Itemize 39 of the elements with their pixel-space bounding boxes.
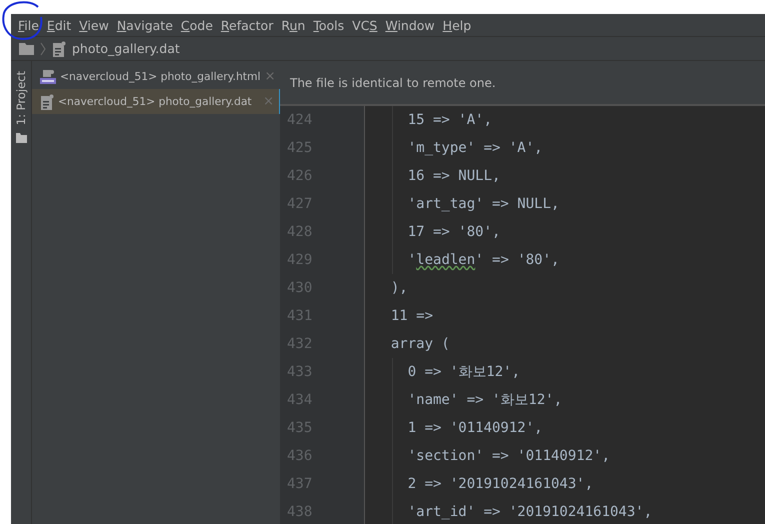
menu-item[interactable]: Refactor [216, 18, 278, 32]
code-line: 17 => '80', [406, 224, 500, 240]
notification-banner: The file is identical to remote one. [280, 61, 765, 106]
menu-item[interactable]: Edit [42, 18, 76, 32]
menu-item[interactable]: Code [176, 18, 217, 32]
open-file-item[interactable]: <navercloud_51> photo_gallery.html × [32, 64, 280, 89]
document-icon [40, 94, 54, 110]
code-line: 0 => '화보12', [406, 363, 520, 381]
code-line: 1 => '01140912', [406, 420, 543, 436]
code-line: 'art_tag' => NULL, [406, 196, 560, 212]
code-line: 'name' => '화보12', [406, 391, 562, 409]
code-line: 'section' => '01140912', [406, 448, 610, 464]
code-line: 'leadlen' => '80', [406, 252, 560, 268]
file-name: <navercloud_51> photo_gallery.html [60, 70, 261, 83]
folder-icon [16, 133, 26, 144]
open-file-item[interactable]: <navercloud_51> photo_gallery.dat × [32, 89, 280, 114]
chevron-icon [40, 42, 46, 56]
code-line: 2 => '20191024161043', [406, 476, 594, 492]
menu-item[interactable]: View [75, 18, 113, 32]
file-name: <navercloud_51> photo_gallery.dat [58, 95, 253, 108]
php-file-icon [40, 68, 56, 84]
menu-item[interactable]: Navigate [112, 18, 177, 32]
menu-item[interactable]: File [14, 18, 43, 32]
code-line: 11 => [390, 308, 434, 324]
menu-item[interactable]: VCS [348, 18, 382, 32]
menu-item[interactable]: Help [438, 18, 476, 32]
folder-icon[interactable] [19, 42, 34, 54]
breadcrumb-item[interactable]: photo_gallery.dat [72, 41, 180, 56]
menu-item[interactable]: Run [277, 18, 310, 32]
project-tool-tab[interactable]: 1: Project [14, 71, 28, 126]
menu-item[interactable]: Window [381, 18, 439, 32]
code-line: array ( [390, 336, 450, 352]
code-line: 'm_type' => 'A', [406, 140, 543, 156]
document-icon [52, 40, 66, 56]
code-line: 'art_id' => '20191024161043', [406, 504, 652, 520]
menu-item[interactable]: Tools [309, 18, 348, 32]
code-line: 15 => 'A', [406, 112, 492, 128]
code-line: ), [390, 280, 408, 296]
code-line: 16 => NULL, [406, 168, 500, 184]
